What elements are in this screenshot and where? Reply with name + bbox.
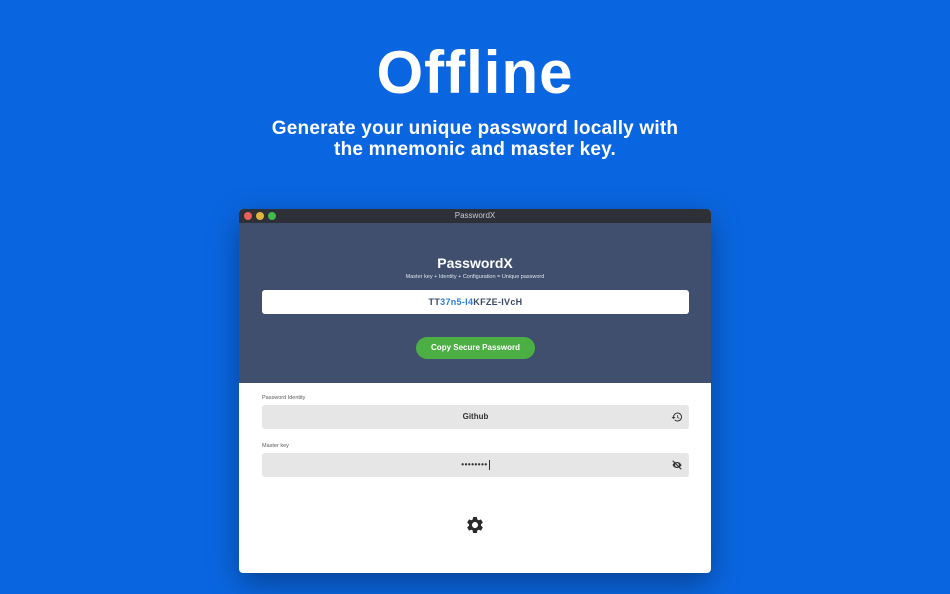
password-segment-3: KFZE-IVcH	[473, 297, 523, 307]
password-segment-2: 37n5-I4	[440, 297, 474, 307]
app-tagline: Master key + Identity + Configuration = …	[405, 274, 545, 280]
gear-icon[interactable]	[465, 515, 485, 535]
history-icon[interactable]	[671, 411, 683, 423]
password-identity-value: Github	[462, 412, 489, 421]
master-key-value: ••••••••	[262, 453, 689, 477]
password-segment-1: TT	[428, 297, 441, 307]
master-key-input[interactable]: ••••••••	[262, 453, 689, 477]
hero-subtitle-line-2: the mnemonic and master key.	[334, 139, 616, 160]
eye-off-icon[interactable]	[671, 459, 683, 471]
header-panel: PasswordX Master key + Identity + Config…	[239, 223, 711, 383]
window-titlebar[interactable]: PasswordX	[239, 209, 711, 223]
hero-subtitle-line-1: Generate your unique password locally wi…	[271, 118, 679, 139]
password-identity-input[interactable]: Github	[262, 405, 689, 429]
hero-subtitle: Generate your unique password locally wi…	[225, 118, 725, 160]
hero-title: Offline	[376, 39, 574, 106]
app-name: PasswordX	[437, 255, 513, 271]
window-title: PasswordX	[454, 211, 496, 220]
text-caret	[488, 459, 490, 470]
master-key-dots: ••••••••	[461, 460, 488, 469]
app-window: PasswordX PasswordX Master key + Identit…	[239, 209, 711, 573]
password-identity-label: Password Identity	[262, 395, 306, 401]
master-key-label: Master key	[262, 443, 289, 449]
copy-secure-password-button[interactable]: Copy Secure Password	[416, 337, 535, 359]
generated-password-field[interactable]: TT37n5-I4KFZE-IVcH	[262, 290, 689, 314]
